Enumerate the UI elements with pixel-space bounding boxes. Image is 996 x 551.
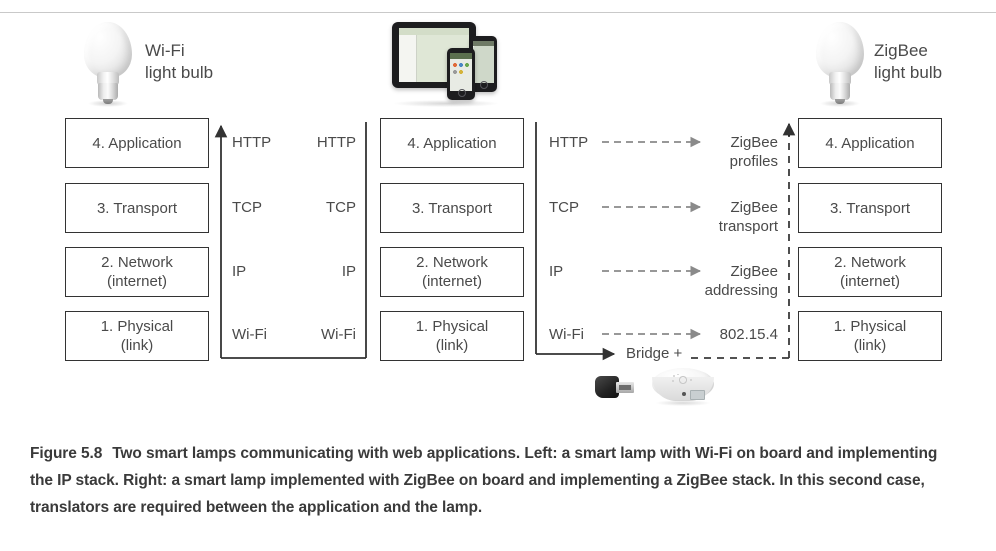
left-outer-protocol-ip: IP	[341, 263, 356, 280]
page-top-rule	[0, 12, 996, 13]
center-layer-box-application: 4. Application	[380, 118, 524, 168]
light-bulb-icon-right	[812, 22, 868, 108]
figure-caption-text: Two smart lamps communicating with web a…	[30, 445, 938, 516]
left-layer-box-application: 4. Application	[65, 118, 209, 168]
figure-caption: Figure 5.8 Two smart lamps communicating …	[30, 440, 960, 521]
protocol-translation-arrows	[602, 136, 702, 340]
hub-logo-glyph	[672, 374, 694, 386]
zigbee-protocol-transport: ZigBee transport	[718, 199, 778, 235]
bridge-label: Bridge +	[626, 345, 683, 362]
dongle-usb-plug	[616, 382, 634, 393]
right-layer-box-network: 2. Network (internet)	[798, 247, 942, 297]
center-protocol-tcp: TCP	[549, 199, 579, 216]
left-outer-protocol-http: HTTP	[316, 134, 356, 151]
center-protocol-http: HTTP	[549, 134, 589, 151]
light-bulb-icon-left	[80, 22, 136, 108]
left-bulb-label: Wi-Fi light bulb	[145, 41, 214, 82]
usb-dongle-icon	[595, 372, 635, 402]
center-layer-box-transport: 3. Transport	[380, 183, 524, 233]
phone-icon-front	[447, 48, 475, 100]
zigbee-protocol-addressing: ZigBee addressing	[704, 263, 778, 299]
zigbee-protocol-profiles: ZigBee profiles	[729, 134, 778, 170]
bulb-glass	[816, 22, 864, 78]
phone-front-screen	[450, 53, 472, 91]
tablet-sidebar-graphic	[399, 35, 417, 82]
bulb-base	[830, 83, 850, 104]
right-layer-box-physical: 1. Physical (link)	[798, 311, 942, 361]
left-inner-protocol-wifi: Wi-Fi	[232, 326, 267, 343]
left-layer-box-transport: 3. Transport	[65, 183, 209, 233]
left-inner-protocol-tcp: TCP	[232, 199, 262, 216]
bulb-glass	[84, 22, 132, 78]
hub-port	[690, 390, 705, 400]
figure-number: Figure 5.8	[30, 445, 103, 462]
left-inner-protocol-ip: IP	[232, 263, 247, 280]
phone-back-screen	[473, 41, 494, 83]
left-outer-protocol-tcp: TCP	[326, 199, 356, 216]
hub-led	[682, 392, 686, 396]
left-layer-box-physical: 1. Physical (link)	[65, 311, 209, 361]
center-protocol-bracket	[535, 122, 616, 361]
center-protocol-wifi: Wi-Fi	[549, 326, 584, 343]
left-layer-box-network: 2. Network (internet)	[65, 247, 209, 297]
left-protocol-bracket	[214, 122, 367, 359]
bulb-shadow	[88, 100, 128, 107]
right-layer-box-application: 4. Application	[798, 118, 942, 168]
screens-shadow	[394, 100, 498, 107]
right-layer-box-transport: 3. Transport	[798, 183, 942, 233]
tablet-screen-bar	[399, 28, 469, 35]
right-bulb-label: ZigBee light bulb	[874, 41, 943, 82]
phone-back-home-button	[480, 81, 488, 89]
phone-front-home-button	[458, 89, 466, 97]
center-layer-box-network: 2. Network (internet)	[380, 247, 524, 297]
bulb-base	[98, 83, 118, 104]
round-hub-icon	[652, 368, 714, 406]
hub-shadow	[656, 400, 710, 406]
bulb-shadow	[820, 100, 860, 107]
zigbee-protocol-802154: 802.15.4	[719, 326, 778, 343]
center-layer-box-physical: 1. Physical (link)	[380, 311, 524, 361]
center-protocol-ip: IP	[549, 263, 564, 280]
left-outer-protocol-wifi: Wi-Fi	[321, 326, 356, 343]
